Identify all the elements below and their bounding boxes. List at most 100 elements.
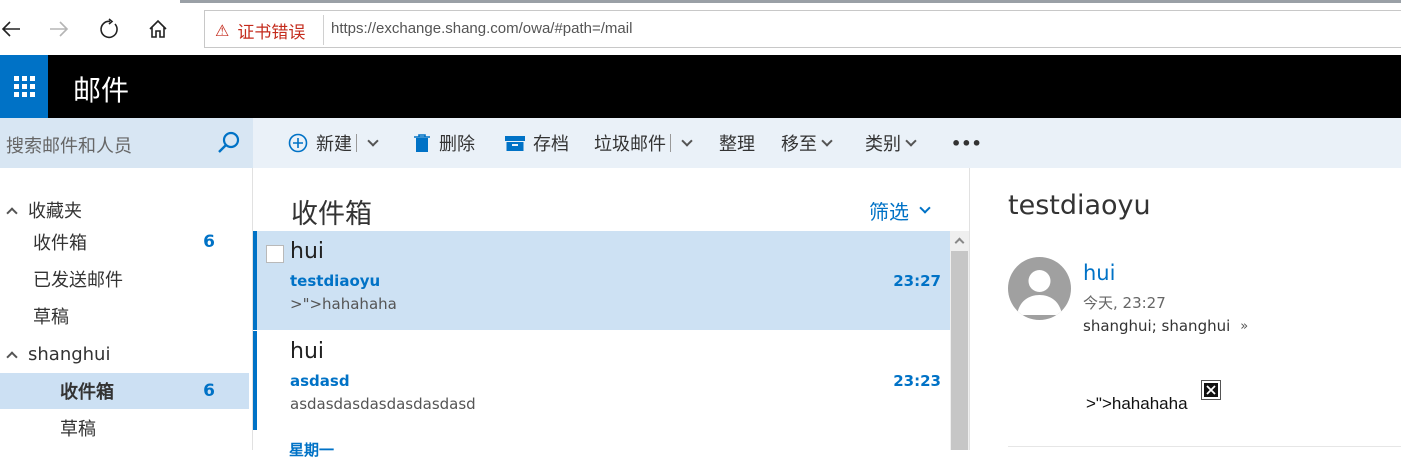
message-sender: hui bbox=[290, 239, 324, 264]
folder-item-drafts[interactable]: 草稿 bbox=[0, 298, 249, 334]
folder-label: 收件箱 bbox=[60, 382, 114, 403]
folder-item-inbox[interactable]: 收件箱 6 bbox=[0, 373, 249, 409]
folder-pane: 收藏夹 收件箱 6 已发送邮件 草稿 shanghui 收件箱 6 草稿 bbox=[0, 168, 253, 450]
trash-icon bbox=[413, 133, 431, 153]
new-button[interactable]: 新建 bbox=[288, 130, 379, 156]
broken-image-icon bbox=[1201, 380, 1221, 400]
certificate-error-label: 证书错误 bbox=[237, 22, 306, 43]
waffle-icon bbox=[13, 76, 35, 97]
archive-label: 存档 bbox=[533, 134, 569, 155]
message-checkbox[interactable] bbox=[266, 245, 284, 263]
folder-label: 草稿 bbox=[60, 419, 96, 440]
sweep-button[interactable]: 整理 bbox=[719, 130, 755, 156]
more-icon: ••• bbox=[951, 133, 982, 153]
refresh-icon bbox=[100, 18, 118, 39]
unread-count: 6 bbox=[203, 381, 215, 401]
message-list: 收件箱 筛选 hui testdiaoyu 23:27 >">hahahaha … bbox=[253, 168, 969, 459]
collapse-caret-icon[interactable] bbox=[6, 351, 18, 363]
message-sender: hui bbox=[290, 339, 324, 364]
categorize-button[interactable]: 类别 bbox=[865, 130, 917, 156]
person-icon bbox=[1017, 270, 1062, 315]
email-date: 今天, 23:27 bbox=[1083, 294, 1166, 312]
junk-label: 垃圾邮件 bbox=[594, 134, 666, 155]
warning-icon: ⚠ bbox=[215, 20, 230, 40]
filter-button[interactable]: 筛选 bbox=[869, 196, 931, 225]
message-subject: testdiaoyu bbox=[290, 272, 381, 290]
favorites-header[interactable]: 收藏夹 bbox=[0, 192, 249, 228]
delete-button[interactable]: 删除 bbox=[413, 130, 475, 156]
new-label: 新建 bbox=[316, 134, 352, 155]
favorites-label: 收藏夹 bbox=[28, 201, 82, 222]
message-preview: >">hahahaha bbox=[290, 295, 397, 313]
plus-circle-icon bbox=[288, 133, 308, 153]
chevron-down-icon[interactable] bbox=[367, 134, 379, 147]
app-title: 邮件 bbox=[73, 74, 130, 107]
message-time: 23:27 bbox=[893, 272, 941, 290]
chevron-down-icon bbox=[905, 134, 917, 147]
address-divider bbox=[323, 15, 324, 45]
folder-item-sent[interactable]: 已发送邮件 bbox=[0, 261, 249, 297]
back-button[interactable] bbox=[0, 14, 26, 44]
list-title: 收件箱 bbox=[291, 199, 372, 230]
home-icon bbox=[149, 19, 167, 38]
app-header: 邮件 bbox=[0, 55, 1401, 118]
filter-label: 筛选 bbox=[869, 200, 909, 224]
junk-button[interactable]: 垃圾邮件 bbox=[594, 130, 693, 156]
folder-label: 已发送邮件 bbox=[33, 270, 123, 291]
scroll-up-button[interactable] bbox=[950, 231, 969, 250]
account-label: shanghui bbox=[28, 343, 111, 365]
email-subject: testdiaoyu bbox=[1008, 190, 1151, 221]
archive-icon bbox=[505, 134, 525, 152]
url-text[interactable]: https://exchange.shang.com/owa/#path=/ma… bbox=[331, 20, 632, 37]
home-button[interactable] bbox=[143, 14, 173, 44]
archive-button[interactable]: 存档 bbox=[505, 130, 569, 156]
refresh-button[interactable] bbox=[94, 14, 124, 44]
email-body: >">hahahaha bbox=[1086, 394, 1188, 413]
search-icon[interactable] bbox=[216, 130, 242, 156]
expand-recipients-icon[interactable]: » bbox=[1240, 319, 1248, 334]
chevron-up-icon bbox=[954, 237, 965, 248]
message-time: 23:23 bbox=[893, 372, 941, 390]
app-launcher-button[interactable] bbox=[0, 55, 48, 118]
chevron-down-icon[interactable] bbox=[681, 134, 693, 147]
browser-toolbar: ⚠ 证书错误 https://exchange.shang.com/owa/#p… bbox=[0, 0, 1401, 55]
certificate-error-button[interactable]: ⚠ 证书错误 bbox=[215, 18, 306, 43]
message-subject: asdasd bbox=[290, 372, 350, 390]
forward-button[interactable] bbox=[44, 14, 74, 44]
categorize-label: 类别 bbox=[865, 134, 901, 155]
move-to-button[interactable]: 移至 bbox=[781, 130, 833, 156]
search-input[interactable]: 搜索邮件和人员 bbox=[0, 118, 253, 168]
message-preview: asdasdasdasdasdasdasd bbox=[290, 395, 476, 413]
list-scrollbar[interactable] bbox=[950, 231, 969, 450]
collapse-caret-icon[interactable] bbox=[6, 207, 18, 219]
tab-strip bbox=[0, 0, 1401, 4]
recipients-text: shanghui; shanghui bbox=[1083, 317, 1231, 335]
delete-label: 删除 bbox=[439, 134, 475, 155]
sweep-label: 整理 bbox=[719, 134, 755, 155]
split-divider bbox=[670, 134, 671, 152]
reading-pane: testdiaoyu hui 今天, 23:27 shanghui; shang… bbox=[969, 168, 1401, 450]
email-recipients: shanghui; shanghui » bbox=[1083, 317, 1248, 335]
command-bar: 新建 删除 存档 垃圾邮件 整理 移至 类别 ••• bbox=[253, 118, 1401, 168]
scroll-thumb[interactable] bbox=[951, 251, 968, 450]
folder-item-account-drafts[interactable]: 草稿 bbox=[0, 410, 249, 446]
folder-label: 收件箱 bbox=[33, 233, 87, 254]
split-divider bbox=[356, 134, 357, 152]
search-placeholder: 搜索邮件和人员 bbox=[6, 136, 132, 157]
message-item[interactable]: hui asdasd 23:23 asdasdasdasdasdasdasd bbox=[253, 331, 950, 430]
chevron-down-icon bbox=[821, 134, 833, 147]
back-arrow-icon bbox=[1, 21, 20, 37]
folder-label: 草稿 bbox=[33, 307, 69, 328]
chevron-down-icon bbox=[919, 202, 931, 214]
move-to-label: 移至 bbox=[781, 134, 817, 155]
folder-item-favorites-inbox[interactable]: 收件箱 6 bbox=[0, 224, 249, 260]
more-actions-button[interactable]: ••• bbox=[951, 130, 982, 156]
avatar[interactable] bbox=[1008, 257, 1071, 320]
forward-arrow-icon bbox=[50, 21, 69, 37]
unread-count: 6 bbox=[203, 232, 215, 252]
email-sender[interactable]: hui bbox=[1083, 261, 1115, 285]
body-divider bbox=[1008, 446, 1401, 447]
message-item[interactable]: hui testdiaoyu 23:27 >">hahahaha bbox=[253, 231, 950, 330]
account-header[interactable]: shanghui bbox=[0, 336, 249, 372]
address-bar[interactable]: ⚠ 证书错误 https://exchange.shang.com/owa/#p… bbox=[204, 10, 1401, 48]
